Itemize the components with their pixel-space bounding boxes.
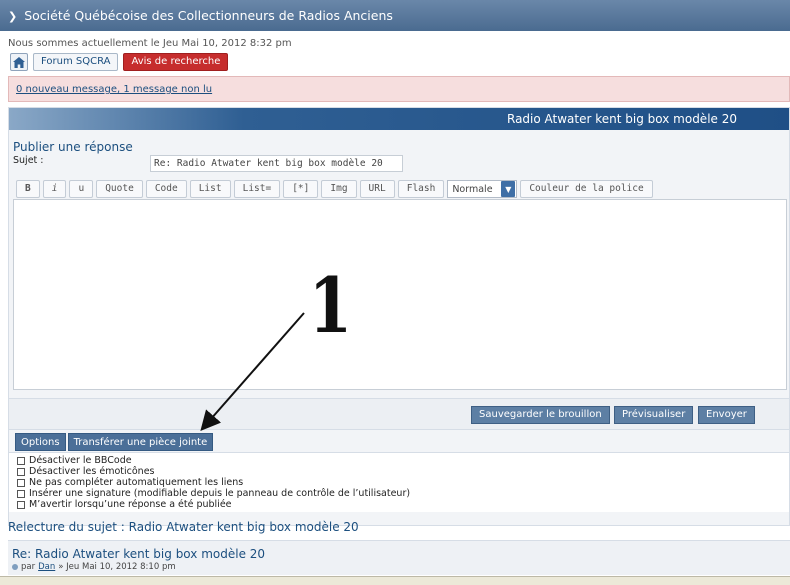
submit-button[interactable]: Envoyer [698, 406, 755, 424]
post-icon [12, 564, 18, 570]
checkbox[interactable] [17, 456, 25, 465]
flash-button[interactable]: Flash [397, 180, 445, 198]
post-date: » Jeu Mai 10, 2012 8:10 pm [58, 562, 176, 572]
quote-button[interactable]: Quote [96, 180, 143, 198]
option-disable-bbcode[interactable]: Désactiver le BBCode [17, 455, 789, 466]
font-size-select[interactable]: Normale ▼ [447, 180, 518, 198]
checkbox[interactable] [17, 500, 25, 509]
preview-button[interactable]: Prévisualiser [614, 406, 694, 424]
option-disable-smilies[interactable]: Désactiver les émoticônes [17, 466, 789, 477]
topic-review-heading: Relecture du sujet : Radio Atwater kent … [8, 520, 359, 534]
annotation-number: 1 [308, 261, 353, 350]
tab-attachments[interactable]: Transférer une pièce jointe [67, 433, 214, 451]
unread-messages-link[interactable]: 0 nouveau message, 1 message non lu [16, 84, 212, 95]
italic-button[interactable]: i [42, 180, 67, 198]
option-disable-magic-url[interactable]: Ne pas compléter automatiquement les lie… [17, 477, 789, 488]
search-notice-link[interactable]: Avis de recherche [123, 53, 229, 71]
save-draft-button[interactable]: Sauvegarder le brouillon [471, 406, 610, 424]
subject-label: Sujet : [13, 155, 44, 166]
checkbox[interactable] [17, 489, 25, 498]
underline-button[interactable]: u [69, 180, 94, 198]
font-size-value: Normale [452, 183, 493, 195]
url-button[interactable]: URL [359, 180, 395, 198]
reply-heading: Publier une réponse [13, 140, 133, 154]
topic-title-bar: Radio Atwater kent big box modèle 20 [9, 108, 789, 130]
tab-options[interactable]: Options [15, 433, 66, 451]
image-button[interactable]: Img [321, 180, 357, 198]
home-button[interactable] [10, 53, 28, 71]
message-textarea[interactable] [13, 199, 787, 390]
home-icon [13, 56, 25, 68]
current-date: Nous sommes actuellement le Jeu Mai 10, … [8, 38, 292, 49]
submit-buttons-row: Sauvegarder le brouillon Prévisualiser E… [9, 398, 789, 430]
site-title[interactable]: Société Québécoise des Collectionneurs d… [24, 8, 393, 23]
forum-header: ❯ Société Québécoise des Collectionneurs… [0, 0, 790, 31]
post-author-link[interactable]: Dan [38, 562, 55, 572]
chevron-down-icon: ▼ [501, 181, 516, 197]
list-item-button[interactable]: [*] [283, 180, 319, 198]
options-tabs: Options Transférer une pièce jointe [15, 433, 214, 451]
breadcrumb: Forum SQCRA Avis de recherche [10, 53, 229, 71]
browser-status-bar [0, 576, 790, 585]
unread-notice: 0 nouveau message, 1 message non lu [8, 76, 790, 102]
bbcode-toolbar: B i u Quote Code List List= [*] Img URL … [16, 180, 653, 198]
chevron-right-icon: ❯ [8, 10, 18, 23]
ordered-list-button[interactable]: List= [233, 180, 281, 198]
reply-panel: Radio Atwater kent big box modèle 20 Pub… [8, 107, 790, 526]
option-attach-signature[interactable]: Insérer une signature (modifiable depuis… [17, 488, 789, 499]
forum-link[interactable]: Forum SQCRA [33, 53, 119, 71]
review-post-meta: par Dan » Jeu Mai 10, 2012 8:10 pm [12, 562, 176, 572]
review-post: Re: Radio Atwater kent big box modèle 20… [8, 540, 790, 575]
checkbox[interactable] [17, 467, 25, 476]
list-button[interactable]: List [189, 180, 231, 198]
code-button[interactable]: Code [145, 180, 187, 198]
review-post-title[interactable]: Re: Radio Atwater kent big box modèle 20 [12, 547, 265, 561]
option-notify-reply[interactable]: M’avertir lorsqu’une réponse a été publi… [17, 499, 789, 510]
options-list: Désactiver le BBCode Désactiver les émot… [9, 452, 789, 512]
checkbox[interactable] [17, 478, 25, 487]
font-color-button[interactable]: Couleur de la police [520, 180, 653, 198]
bold-button[interactable]: B [16, 180, 40, 198]
subject-input[interactable]: Re: Radio Atwater kent big box modèle 20 [150, 155, 403, 172]
